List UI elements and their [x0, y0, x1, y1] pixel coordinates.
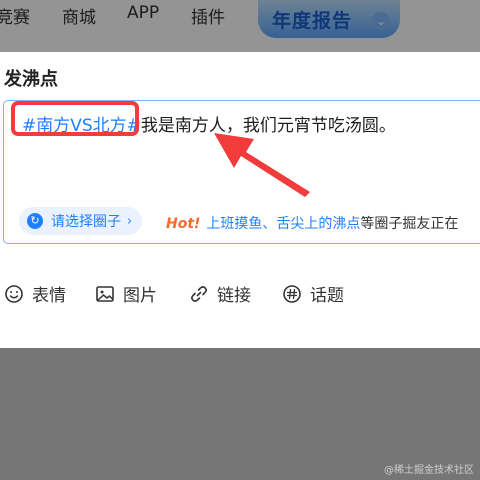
link-icon — [191, 285, 207, 302]
image-icon — [96, 285, 114, 302]
hot-rest-text: 等圈子掘友正在 — [360, 216, 459, 232]
editor-toolbar: 表情 图片 链接 话题 — [0, 281, 480, 306]
post-dialog: 发沸点 #南方VS北方#我是南方人，我们元宵节吃汤圆。 ↻ 请选择圈子 › Ho… — [0, 52, 480, 348]
annotation-highlight-box — [11, 101, 139, 136]
hashtag-icon — [283, 284, 301, 303]
emoji-label: 表情 — [32, 286, 66, 306]
chevron-right-icon: › — [127, 213, 133, 229]
hot-label: Hot! — [166, 216, 201, 232]
topic-label: 话题 — [310, 286, 344, 306]
circle-refresh-icon: ↻ — [27, 213, 43, 229]
select-circle-button[interactable]: ↻ 请选择圈子 › — [19, 207, 143, 235]
watermark: @稀土掘金技术社区 — [384, 465, 474, 476]
hot-separator: 、 — [262, 216, 277, 232]
hot-circle-link-slacking[interactable]: 上班摸鱼 — [206, 216, 262, 232]
emoji-button[interactable]: 表情 — [4, 281, 66, 306]
hot-circles-hint: Hot! 上班摸鱼、舌尖上的沸点等圈子掘友正在 — [166, 213, 458, 233]
link-label: 链接 — [217, 286, 251, 306]
dialog-title: 发沸点 — [4, 69, 58, 90]
link-button[interactable]: 链接 — [189, 281, 251, 306]
modal-overlay-top[interactable] — [0, 0, 480, 52]
topic-button[interactable]: 话题 — [282, 281, 344, 306]
editor-body-text: 我是南方人，我们元宵节吃汤圆。 — [140, 116, 396, 136]
select-circle-label: 请选择圈子 — [51, 214, 121, 230]
emoji-icon — [5, 284, 23, 303]
image-button[interactable]: 图片 — [95, 281, 157, 306]
image-label: 图片 — [123, 286, 157, 306]
hot-circle-link-food[interactable]: 舌尖上的沸点 — [276, 216, 360, 232]
